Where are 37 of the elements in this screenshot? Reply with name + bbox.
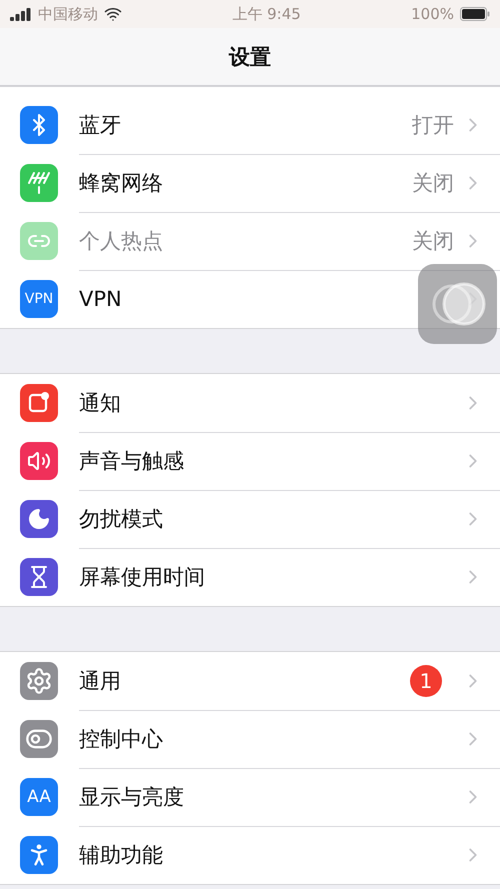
count-badge: 1 — [410, 664, 442, 696]
settings-row[interactable]: 通用 1 — [0, 652, 500, 710]
settings-row[interactable]: 辅助功能 — [0, 826, 500, 884]
settings-row[interactable]: VPN VPN — [0, 270, 500, 328]
row-label: 通知 — [79, 390, 122, 416]
vpn-icon: VPN — [20, 280, 58, 318]
settings-row[interactable]: 声音与触感 — [0, 432, 500, 490]
row-value: 关闭 — [412, 170, 454, 196]
assistive-touch-button[interactable] — [418, 264, 497, 344]
settings-row[interactable]: 通知 — [0, 374, 500, 432]
text-size-icon: AA — [20, 778, 58, 816]
row-label: 勿扰模式 — [79, 506, 164, 532]
row-value: 关闭 — [412, 228, 454, 254]
wifi-icon — [104, 5, 122, 23]
settings-row[interactable]: AA 显示与亮度 — [0, 768, 500, 826]
row-label: 声音与触感 — [79, 448, 185, 474]
battery-percent: 100% — [411, 5, 454, 23]
row-value: 打开 — [412, 112, 454, 138]
row-label: 蓝牙 — [79, 112, 122, 138]
page-title: 设置 — [229, 44, 271, 70]
row-label: 蜂窝网络 — [79, 170, 164, 196]
battery-icon — [460, 7, 490, 21]
row-label: 显示与亮度 — [79, 784, 185, 810]
row-label: 个人热点 — [79, 228, 164, 254]
settings-row[interactable]: 控制中心 — [0, 710, 500, 768]
row-label: 辅助功能 — [79, 842, 164, 869]
row-label: 屏幕使用时间 — [79, 564, 206, 591]
settings-row[interactable]: 蜂窝网络 关闭 — [0, 154, 500, 212]
carrier-name: 中国移动 — [38, 4, 98, 24]
settings-row[interactable]: 勿扰模式 — [0, 490, 500, 548]
row-label: 控制中心 — [79, 726, 164, 752]
signal-icon — [10, 7, 32, 21]
row-label: 通用 — [79, 668, 122, 694]
settings-row[interactable]: 蓝牙 打开 — [0, 96, 500, 154]
row-label: VPN — [79, 287, 123, 311]
clock-time: 上午 9:45 — [232, 4, 301, 24]
settings-row[interactable]: 屏幕使用时间 — [0, 548, 500, 606]
